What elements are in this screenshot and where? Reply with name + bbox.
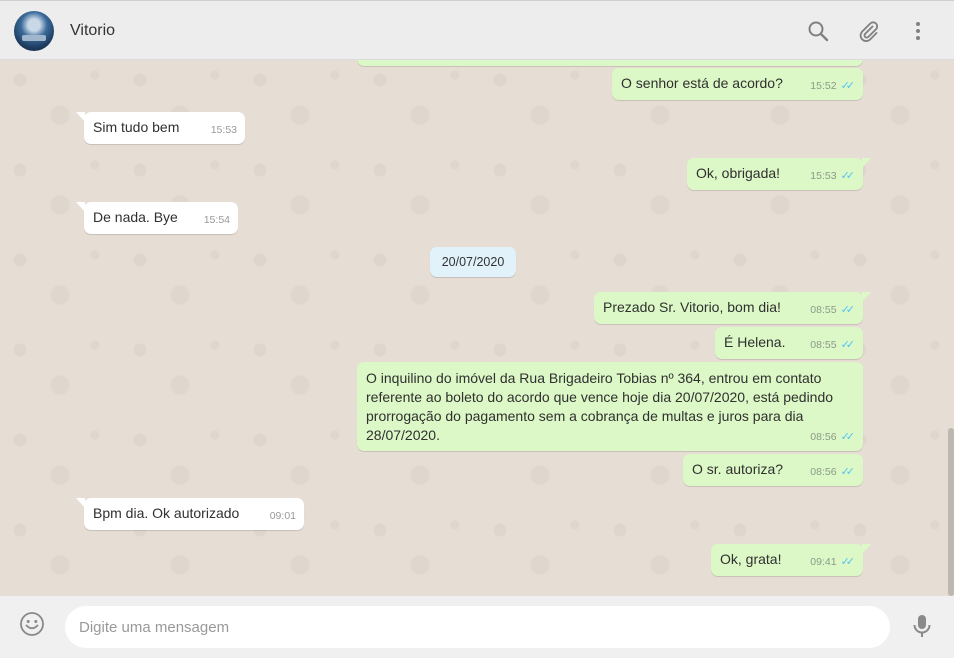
message-time: 15:53 bbox=[210, 124, 237, 136]
message-time: 15:54 bbox=[203, 214, 230, 226]
message-bubble-incoming[interactable]: De nada. Bye 15:54 bbox=[76, 202, 238, 234]
contact-avatar[interactable] bbox=[14, 11, 54, 51]
emoji-icon[interactable] bbox=[19, 611, 45, 637]
attach-icon[interactable] bbox=[857, 20, 879, 42]
message-text: O inquilino do imóvel da Rua Brigadeiro … bbox=[366, 370, 834, 443]
message-composer bbox=[0, 596, 954, 658]
message-bubble-outgoing[interactable]: Ok, obrigada! 15:53 ✓✓ bbox=[687, 158, 871, 190]
message-bubble-outgoing[interactable]: Ok, grata! 09:41 ✓✓ bbox=[711, 544, 871, 576]
read-ticks-icon: ✓✓ bbox=[840, 431, 856, 443]
message-meta: 15:54 bbox=[204, 211, 230, 230]
microphone-icon[interactable] bbox=[910, 612, 934, 640]
contact-name[interactable]: Vitorio bbox=[70, 22, 115, 40]
read-ticks-icon: ✓✓ bbox=[840, 170, 856, 182]
message-time: 09:41 bbox=[810, 556, 837, 568]
message-time: 15:53 bbox=[810, 170, 837, 182]
message-bubble-incoming[interactable]: Bpm dia. Ok autorizado 09:01 bbox=[76, 498, 304, 530]
read-ticks-icon: ✓✓ bbox=[840, 304, 856, 316]
message-time: 09:01 bbox=[269, 510, 296, 522]
message-meta: 15:53 ✓✓ bbox=[810, 167, 855, 186]
read-ticks-icon: ✓✓ bbox=[840, 339, 856, 351]
message-meta: 15:53 bbox=[211, 121, 237, 140]
message-meta: 08:55 ✓✓ bbox=[810, 301, 855, 320]
message-time: 08:56 bbox=[810, 431, 837, 443]
message-bubble-partial bbox=[357, 60, 863, 66]
read-ticks-icon: ✓✓ bbox=[840, 556, 856, 568]
message-bubble-outgoing[interactable]: Prezado Sr. Vitorio, bom dia! 08:55 ✓✓ bbox=[594, 292, 871, 324]
search-icon[interactable] bbox=[807, 20, 829, 42]
message-list[interactable]: O senhor está de acordo? 15:52 ✓✓ Sim tud… bbox=[0, 60, 954, 596]
message-time: 08:56 bbox=[810, 466, 837, 478]
date-separator: 20/07/2020 bbox=[430, 247, 516, 277]
message-meta: 08:55 ✓✓ bbox=[810, 336, 855, 355]
message-time: 08:55 bbox=[810, 304, 837, 316]
read-ticks-icon: ✓✓ bbox=[840, 466, 856, 478]
read-ticks-icon: ✓✓ bbox=[840, 80, 856, 92]
message-meta: 09:01 bbox=[270, 507, 296, 526]
message-text: Bpm dia. Ok autorizado bbox=[93, 505, 240, 521]
chat-header: Vitorio bbox=[0, 0, 954, 60]
message-time: 08:55 bbox=[810, 339, 837, 351]
message-bubble-outgoing[interactable]: O senhor está de acordo? 15:52 ✓✓ bbox=[612, 68, 863, 100]
menu-icon[interactable] bbox=[907, 20, 929, 42]
message-bubble-outgoing[interactable]: O sr. autoriza? 08:56 ✓✓ bbox=[683, 454, 863, 486]
message-meta: 09:41 ✓✓ bbox=[810, 553, 855, 572]
whatsapp-chat-window: Vitorio O senhor está de acordo? 15:52 ✓✓… bbox=[0, 0, 954, 658]
message-bubble-outgoing[interactable]: É Helena. 08:55 ✓✓ bbox=[715, 327, 863, 359]
chat-scrollbar[interactable] bbox=[948, 60, 954, 596]
message-time: 15:52 bbox=[810, 80, 837, 92]
message-bubble-incoming[interactable]: Sim tudo bem 15:53 bbox=[76, 112, 245, 144]
scrollbar-thumb[interactable] bbox=[948, 428, 954, 596]
message-meta: 08:56 ✓✓ bbox=[810, 428, 855, 447]
message-meta: 08:56 ✓✓ bbox=[810, 463, 855, 482]
message-meta: 15:52 ✓✓ bbox=[810, 77, 855, 96]
message-bubble-outgoing[interactable]: O inquilino do imóvel da Rua Brigadeiro … bbox=[357, 362, 863, 451]
message-input[interactable] bbox=[65, 606, 890, 648]
